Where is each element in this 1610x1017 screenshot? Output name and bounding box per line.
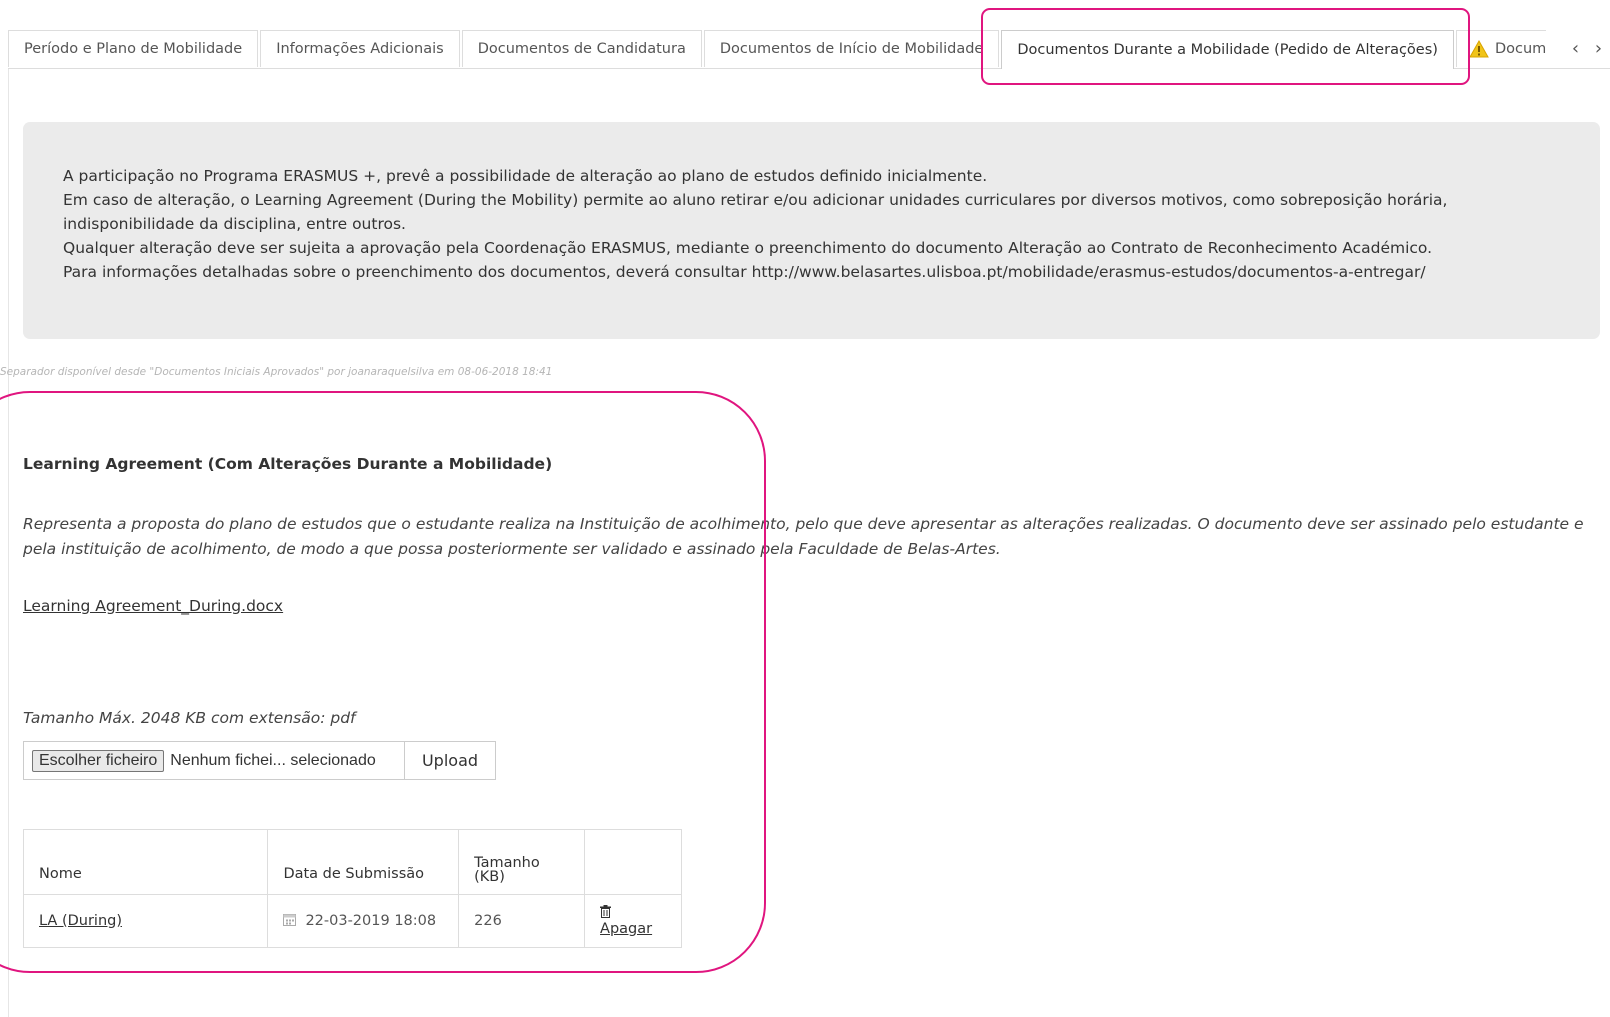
column-header-date: Data de Submissão [267, 829, 460, 895]
tab-label: Informações Adicionais [276, 41, 444, 57]
chevron-right-icon[interactable]: › [1595, 39, 1602, 58]
chevron-left-icon[interactable]: ‹ [1572, 39, 1579, 58]
actions-cell: Apagar [584, 894, 682, 948]
file-size-cell: 226 [458, 894, 586, 948]
template-download-link[interactable]: Learning Agreement_During.docx [23, 597, 283, 615]
file-name-link[interactable]: LA (During) [39, 913, 122, 929]
max-size-note: Tamanho Máx. 2048 KB com extensão: pdf [23, 709, 356, 727]
trash-icon [600, 905, 612, 918]
calendar-icon [283, 914, 297, 926]
tab-scroll-nav: ‹ › [1564, 30, 1610, 67]
upload-form: Escolher ficheiro Nenhum fichei... selec… [23, 741, 496, 780]
tab-documentos-durante-mobilidade[interactable]: Documentos Durante a Mobilidade (Pedido … [1001, 30, 1454, 69]
column-header-name: Nome [22, 829, 269, 895]
submission-date: 22-03-2019 18:08 [305, 913, 437, 929]
delete-link[interactable]: Apagar [600, 921, 652, 937]
tab-documentos-finais[interactable]: Documentos Finais [1455, 30, 1546, 67]
info-line: Qualquer alteração deve ser sujeita a ap… [63, 239, 1433, 257]
upload-button[interactable]: Upload [405, 741, 496, 780]
tab-informacoes-adicionais[interactable]: Informações Adicionais [260, 30, 460, 67]
column-header-actions [584, 829, 682, 895]
file-input[interactable]: Escolher ficheiro Nenhum fichei... selec… [23, 741, 405, 780]
info-panel: A participação no Programa ERASMUS +, pr… [23, 122, 1600, 339]
tab-label: Período e Plano de Mobilidade [24, 41, 243, 57]
availability-note: Separador disponível desde "Documentos I… [0, 366, 553, 378]
submitted-files-table: Nome Data de Submissão Tamanho (KB) LA (… [22, 829, 682, 948]
tab-bar: Período e Plano de Mobilidade Informaçõe… [8, 30, 1610, 69]
tab-periodo-plano-mobilidade[interactable]: Período e Plano de Mobilidade [8, 30, 259, 67]
tab-label: Documentos Finais [1494, 41, 1546, 57]
document-description: Representa a proposta do plano de estudo… [23, 515, 1584, 558]
tab-label: Documentos de Início de Mobilidade [719, 41, 984, 57]
column-header-size: Tamanho (KB) [458, 829, 586, 895]
file-name-cell: LA (During) [22, 894, 269, 948]
tab-label: Documentos Durante a Mobilidade (Pedido … [1017, 42, 1438, 58]
warning-icon [1469, 40, 1489, 58]
tab-label: Documentos de Candidatura [477, 41, 686, 57]
info-line: Para informações detalhadas sobre o pree… [63, 263, 1426, 281]
info-line: A participação no Programa ERASMUS +, pr… [63, 167, 988, 185]
table-header-row: Nome Data de Submissão Tamanho (KB) [22, 829, 682, 895]
document-title: Learning Agreement (Com Alterações Duran… [23, 455, 553, 473]
tab-documentos-candidatura[interactable]: Documentos de Candidatura [461, 30, 702, 67]
table-row: LA (During) 22-03-2019 18:08 226 Apagar [22, 894, 682, 948]
file-status-text: Nenhum fichei... selecionado [170, 751, 376, 769]
tab-documentos-inicio-mobilidade[interactable]: Documentos de Início de Mobilidade [703, 30, 1000, 67]
choose-file-button[interactable]: Escolher ficheiro [32, 749, 165, 772]
submission-date-cell: 22-03-2019 18:08 [267, 894, 460, 948]
content-left-border [8, 68, 9, 1017]
info-line: Em caso de alteração, o Learning Agreeme… [63, 191, 1448, 233]
